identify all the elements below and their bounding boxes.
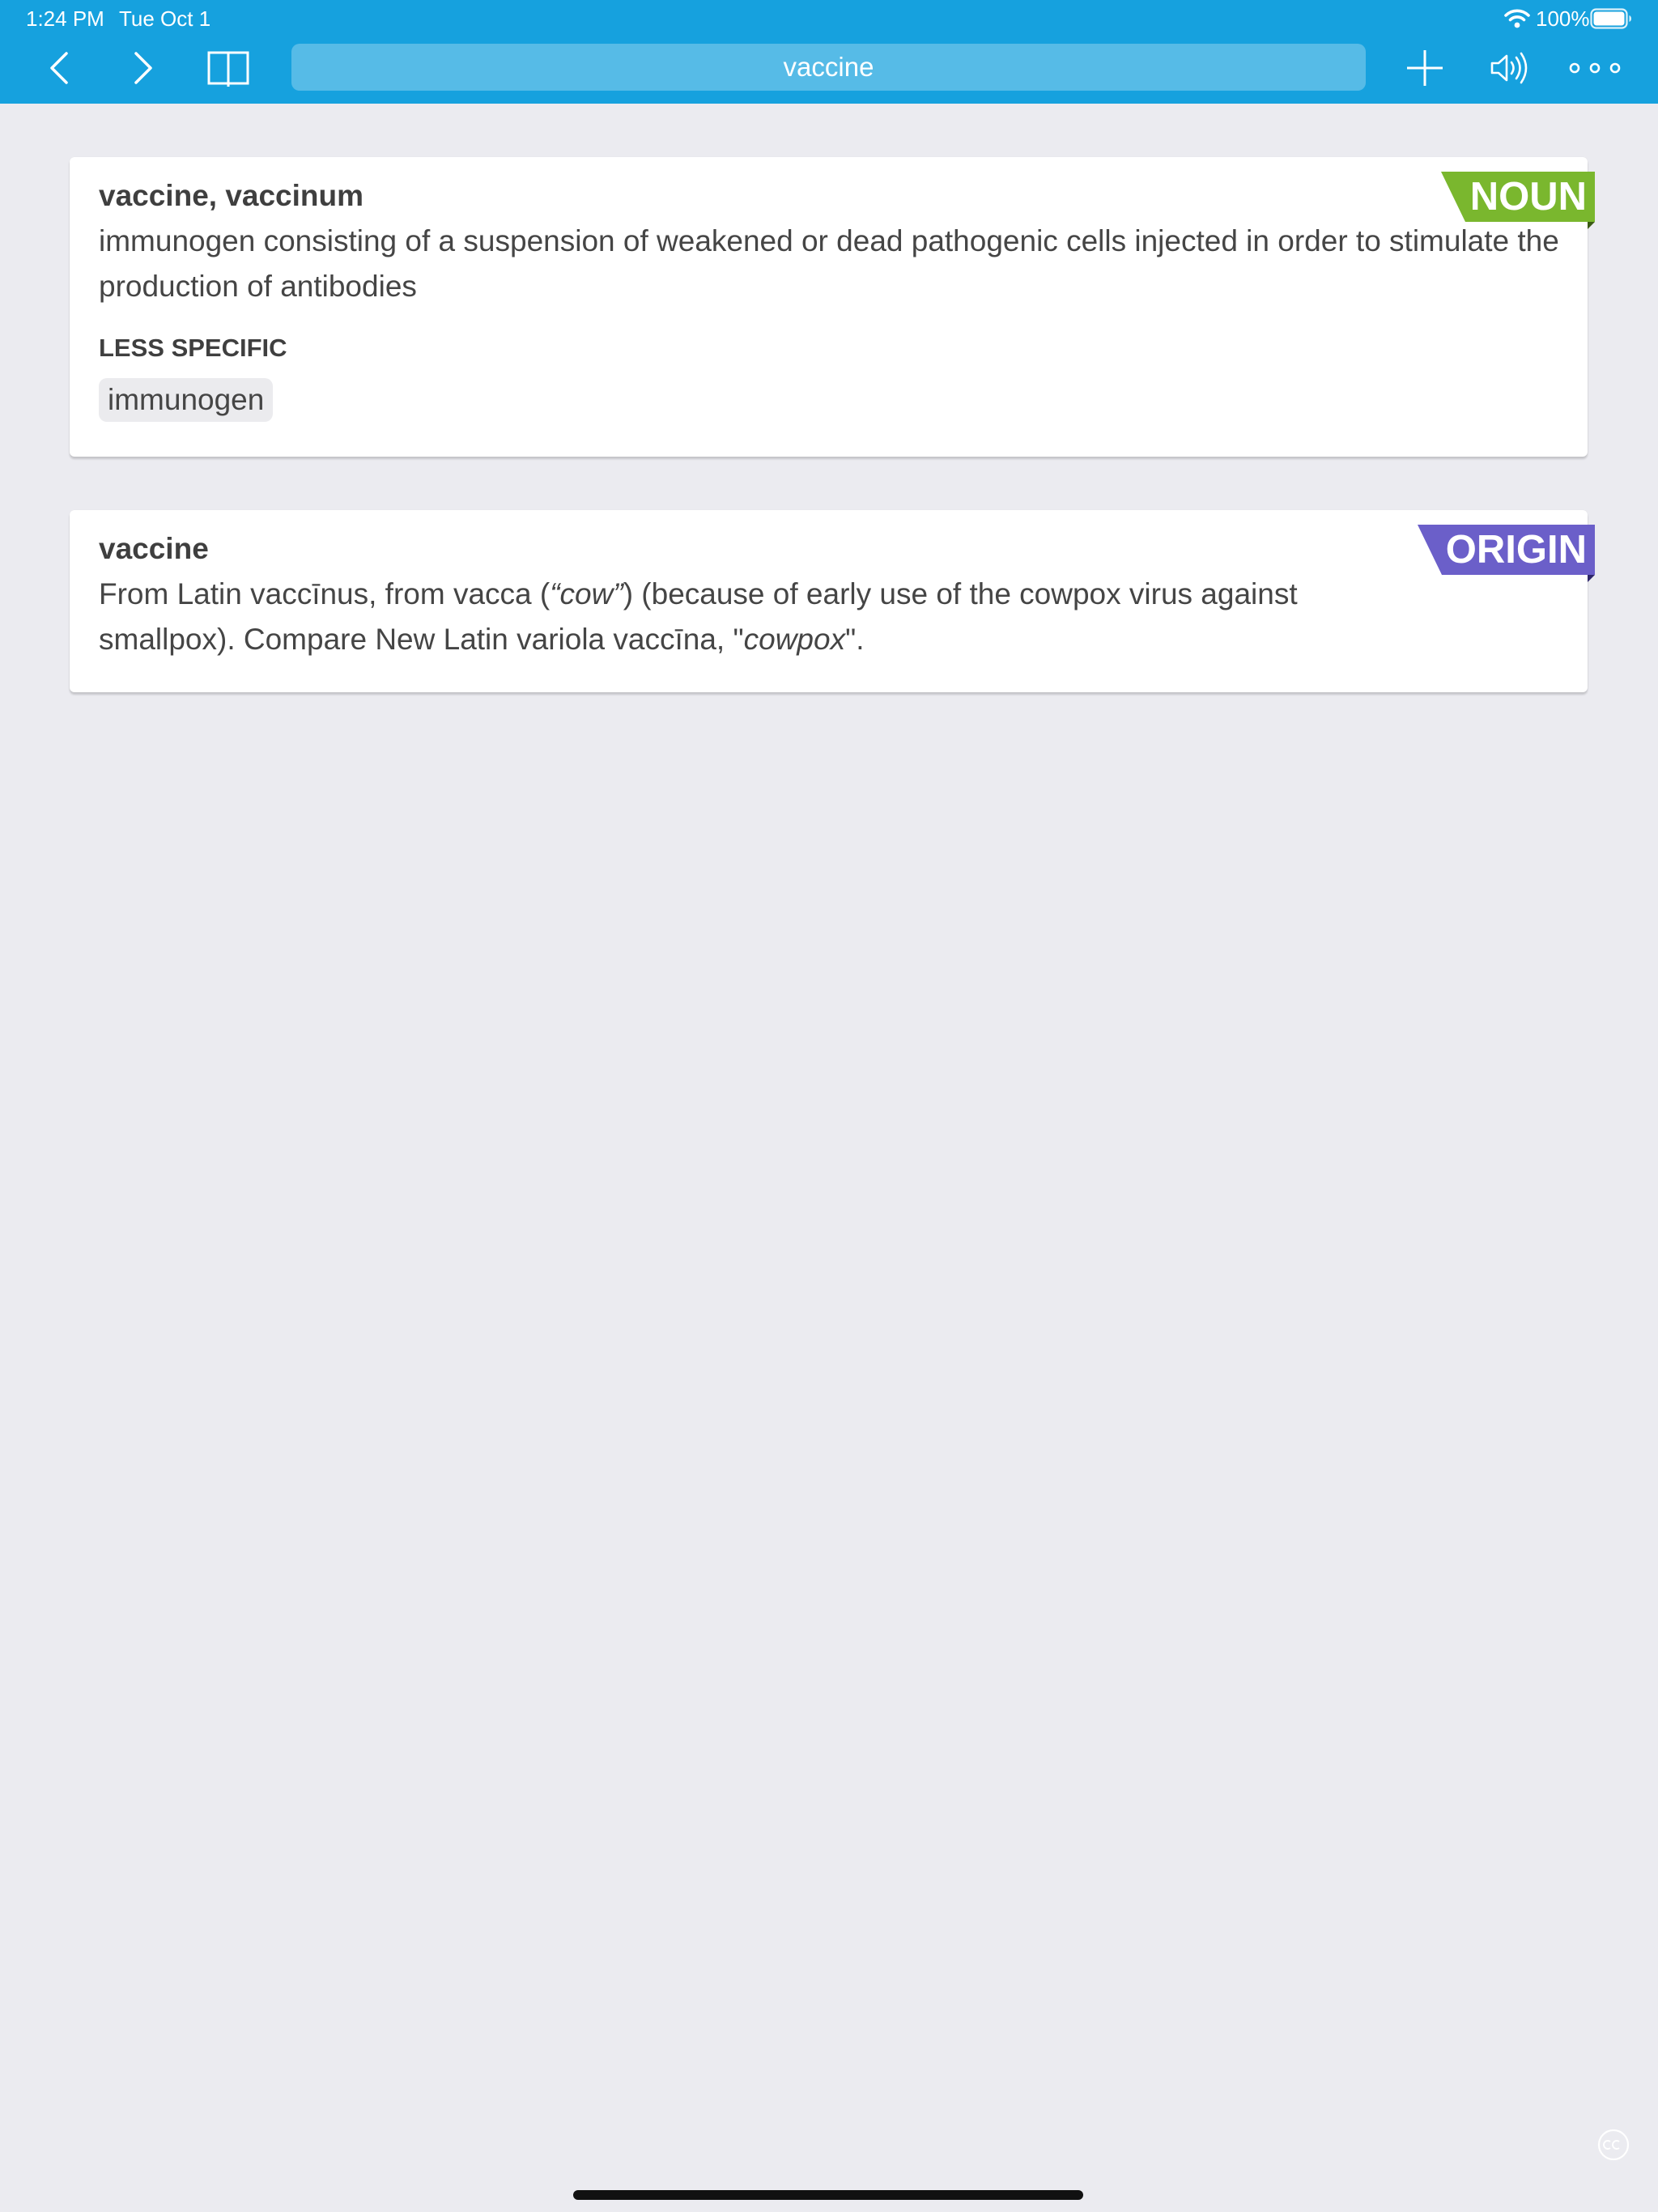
noun-entry-card: vaccine, vaccinum immunogen consisting o… [70,157,1595,457]
etymology-italic-cowpox: cowpox [743,623,846,656]
book-icon [207,51,249,87]
forward-chevron-icon [134,52,152,84]
cc-icon [1597,2129,1630,2161]
back-chevron-icon [50,52,68,84]
entry-definition: immunogen consisting of a suspension of … [99,224,1559,303]
origin-etymology: From Latin vaccīnus, from vacca (“cow”) … [99,572,1410,662]
search-input[interactable] [291,44,1366,91]
more-button[interactable] [1567,44,1623,92]
more-dots-icon [1569,62,1621,74]
top-bar: 1:24 PM Tue Oct 1 100% [0,0,1658,104]
etymology-text-3: ". [845,623,865,656]
battery-icon [1590,8,1631,29]
origin-entry-card: vaccine From Latin vaccīnus, from vacca … [70,510,1595,692]
app-root: 1:24 PM Tue Oct 1 100% vaccine vaccine, … [0,0,1658,2212]
noun-badge: NOUN [1441,172,1595,229]
related-word-chip[interactable]: immunogen [99,378,274,422]
battery-percentage: 100% [1536,6,1590,31]
status-time: 1:24 PM [26,6,104,31]
status-date: Tue Oct 1 [119,6,211,31]
home-indicator[interactable] [573,2190,1083,2200]
speaker-icon [1490,52,1528,84]
etymology-italic-cow: “cow” [550,577,623,610]
plus-icon [1407,50,1443,86]
origin-badge-fold [1588,575,1595,582]
add-button[interactable] [1401,44,1449,92]
forward-button[interactable] [118,44,167,92]
entry-headword: vaccine, vaccinum [99,179,364,212]
origin-badge: ORIGIN [1418,525,1595,582]
less-specific-heading: LESS SPECIFIC [99,334,287,362]
noun-badge-label: NOUN [1469,175,1587,219]
library-button[interactable] [204,44,253,92]
wifi-icon [1504,9,1530,28]
origin-headword: vaccine [99,532,209,565]
etymology-text-1: From Latin vaccīnus, from vacca ( [99,577,551,610]
back-button[interactable] [36,44,84,92]
origin-badge-label: ORIGIN [1445,528,1587,572]
pronounce-button[interactable] [1485,44,1533,92]
